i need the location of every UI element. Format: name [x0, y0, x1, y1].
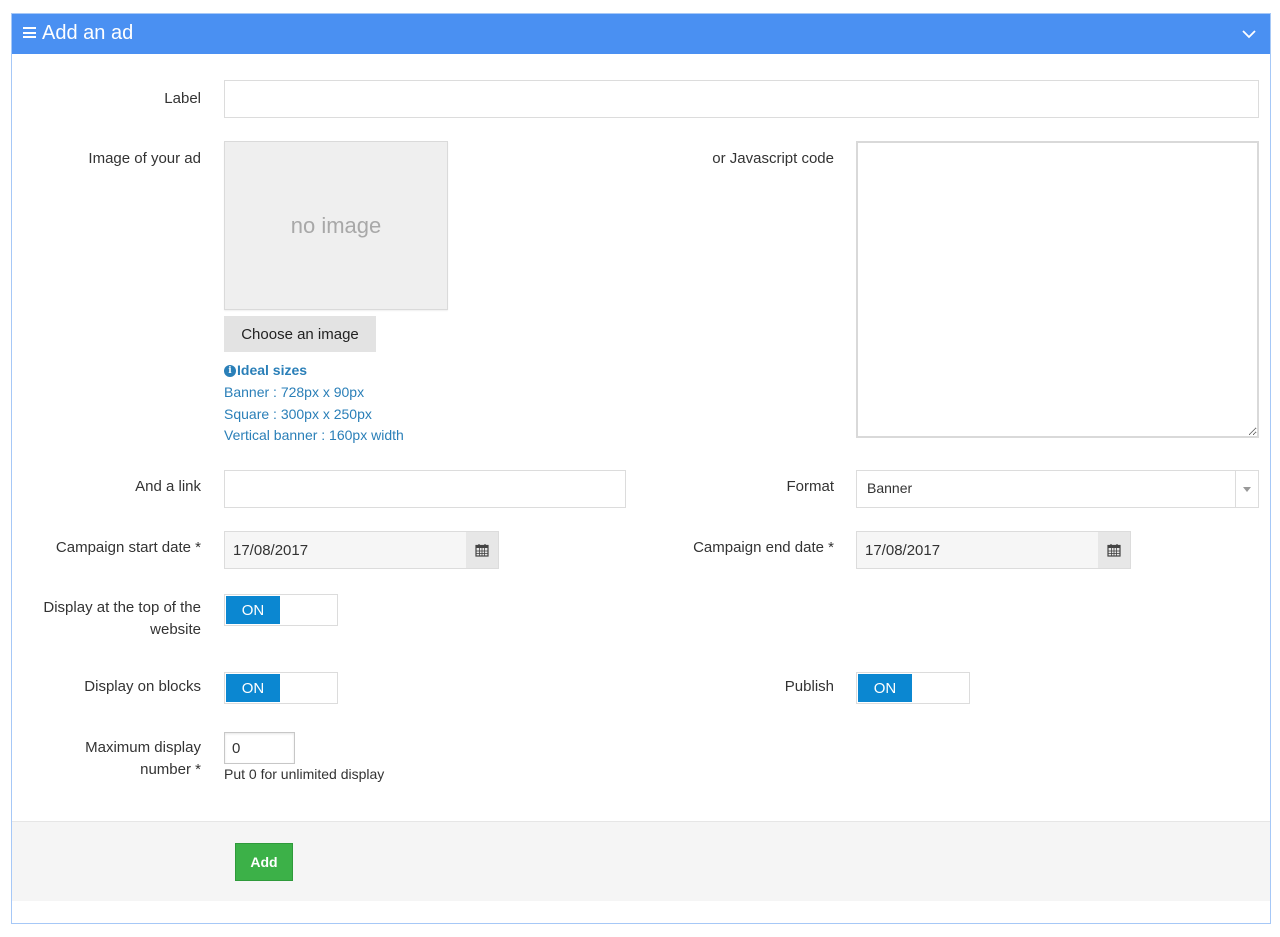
publish-toggle[interactable]: ON [856, 672, 970, 704]
choose-image-button[interactable]: Choose an image [224, 316, 376, 352]
ideal-size-banner: Banner : 728px x 90px [224, 384, 365, 400]
max-display-help: Put 0 for unlimited display [224, 766, 385, 782]
display-blocks-toggle[interactable]: ON [224, 672, 338, 704]
calendar-icon [1107, 544, 1121, 557]
image-preview: no image [224, 141, 448, 310]
format-selected-value: Banner [867, 480, 913, 496]
max-display-input[interactable] [224, 732, 295, 764]
toggle-on-label: ON [226, 674, 280, 702]
add-ad-panel: Add an ad Label Image of your ad no imag… [11, 13, 1271, 924]
format-field-label: Format [786, 478, 834, 495]
panel-title: Add an ad [42, 22, 134, 44]
end-date-input[interactable] [857, 532, 1097, 568]
ideal-sizes-title: i Ideal sizes [224, 360, 307, 381]
format-select[interactable]: Banner [856, 470, 1259, 508]
javascript-field-label: or Javascript code [712, 150, 834, 167]
display-top-toggle[interactable]: ON [224, 594, 338, 626]
toggle-on-label: ON [226, 596, 280, 624]
start-date-input[interactable] [225, 532, 465, 568]
start-date-label: Campaign start date * [55, 539, 201, 556]
no-image-text: no image [290, 212, 382, 238]
link-field-label: And a link [135, 478, 201, 495]
start-date-calendar-button[interactable] [466, 532, 498, 568]
label-field-label: Label [164, 90, 201, 107]
info-icon: i [224, 364, 236, 377]
display-blocks-label: Display on blocks [84, 678, 201, 695]
toggle-on-label: ON [858, 674, 912, 702]
start-date-group [224, 531, 499, 569]
publish-label: Publish [784, 678, 834, 695]
ideal-size-square: Square : 300px x 250px [224, 406, 372, 422]
chevron-down-icon[interactable] [1240, 25, 1258, 43]
menu-icon [23, 27, 36, 38]
javascript-code-textarea[interactable] [856, 141, 1259, 438]
add-button[interactable]: Add [235, 843, 293, 881]
panel-header[interactable]: Add an ad [12, 14, 1270, 54]
end-date-group [856, 531, 1131, 569]
display-top-label: Display at the top of the website [43, 599, 201, 638]
image-field-label: Image of your ad [88, 150, 201, 167]
end-date-calendar-button[interactable] [1098, 532, 1130, 568]
caret-down-icon [1243, 487, 1251, 492]
ideal-size-vertical: Vertical banner : 160px width [224, 427, 404, 443]
calendar-icon [475, 544, 489, 557]
label-input[interactable] [224, 80, 1259, 118]
panel-footer: Add [12, 821, 1270, 901]
max-display-label: Maximum display number * [85, 739, 201, 778]
end-date-label: Campaign end date * [693, 539, 834, 556]
